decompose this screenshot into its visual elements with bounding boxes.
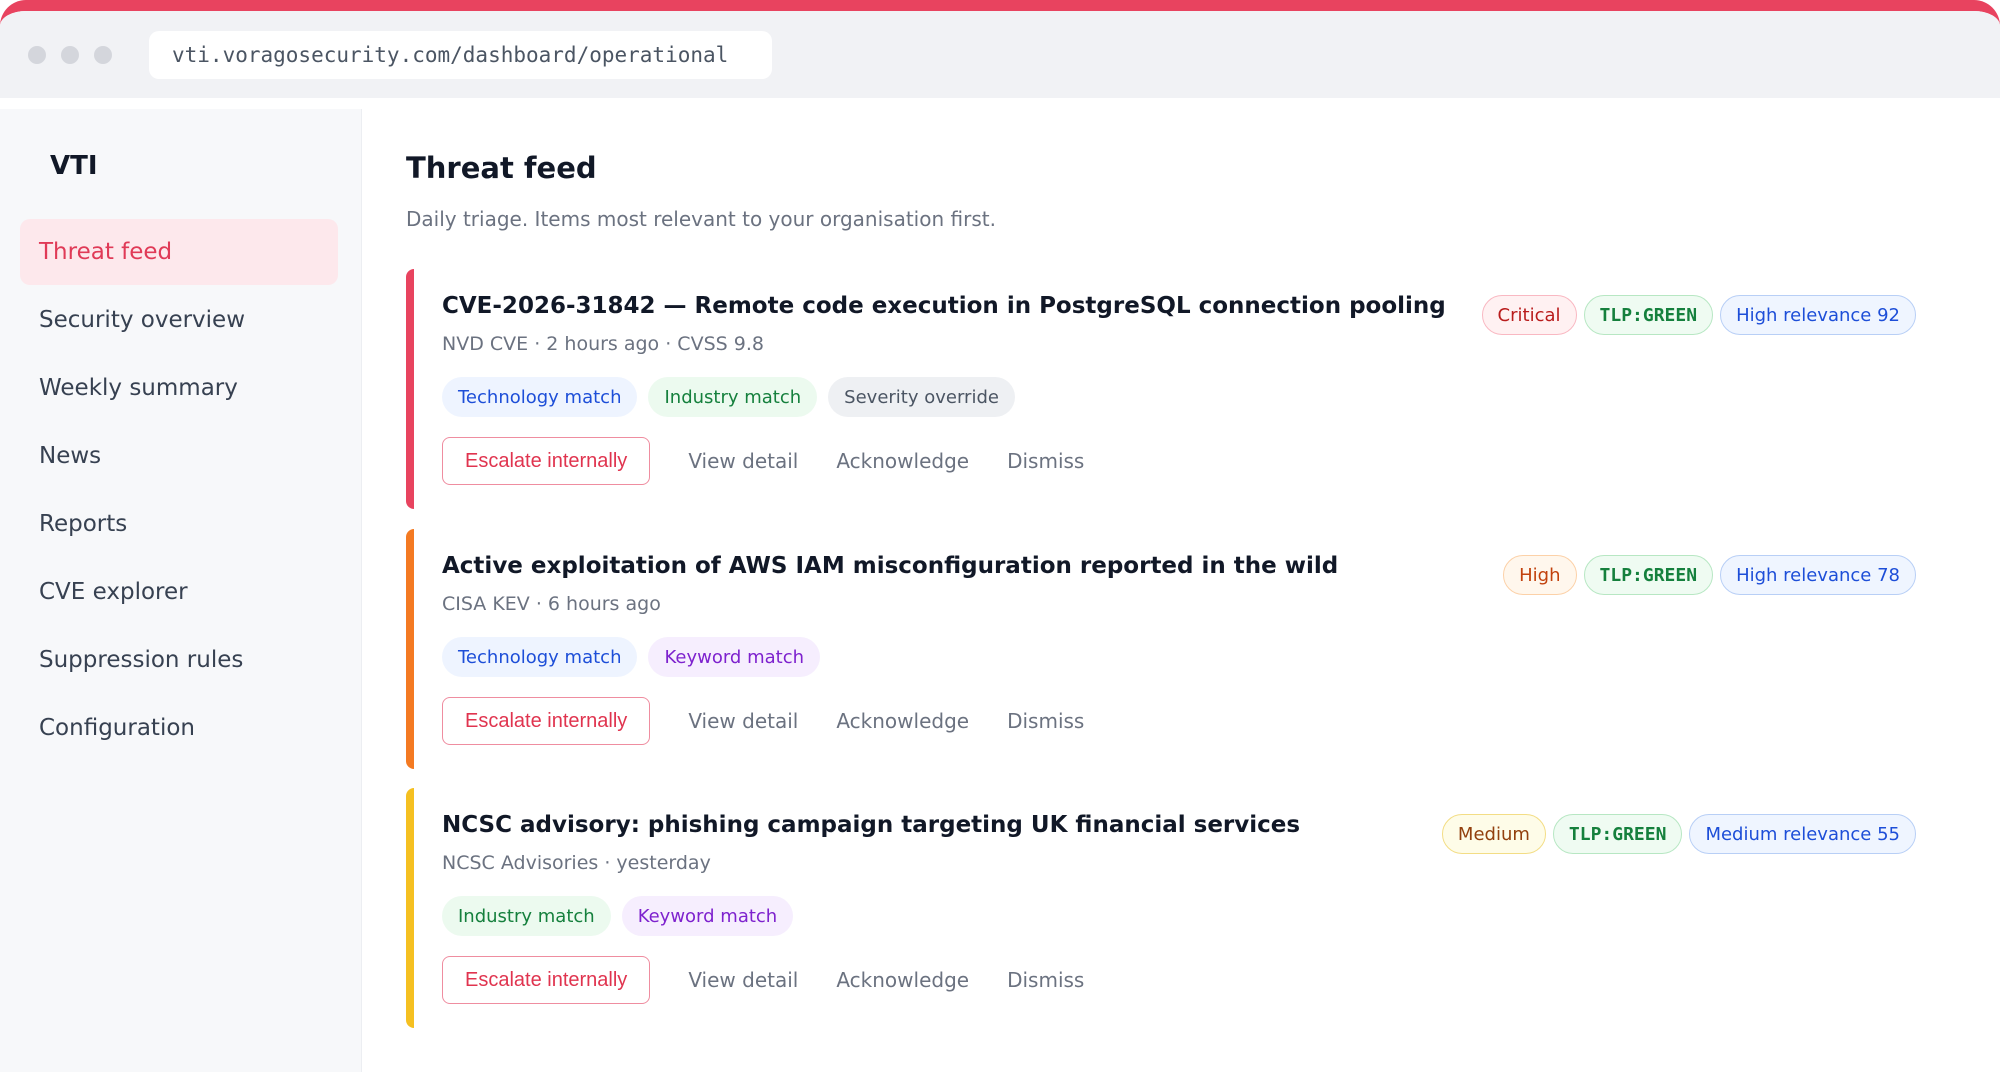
sidebar-nav: Threat feed Security overview Weekly sum…	[20, 219, 338, 763]
view-detail-button[interactable]: View detail	[688, 968, 798, 992]
tlp-badge: TLP:GREEN	[1552, 814, 1683, 854]
sidebar-item-reports[interactable]: Reports	[20, 491, 338, 557]
sidebar-item-cve-explorer[interactable]: CVE explorer	[20, 559, 338, 625]
acknowledge-button[interactable]: Acknowledge	[836, 709, 969, 733]
browser-chrome: vti.voragosecurity.com/dashboard/operati…	[0, 11, 2000, 98]
card-actions: Escalate internally View detail Acknowle…	[442, 697, 1084, 745]
page-title: Threat feed	[406, 151, 597, 185]
page-subtitle: Daily triage. Items most relevant to you…	[406, 207, 996, 231]
view-detail-button[interactable]: View detail	[688, 449, 798, 473]
browser-window: vti.voragosecurity.com/dashboard/operati…	[0, 0, 2000, 1072]
sidebar-item-news[interactable]: News	[20, 423, 338, 489]
dismiss-button[interactable]: Dismiss	[1007, 968, 1084, 992]
relevance-badge: Medium relevance 55	[1689, 814, 1916, 854]
threat-meta: CISA KEV · 6 hours ago	[442, 593, 661, 615]
threat-card: NCSC advisory: phishing campaign targeti…	[406, 788, 1926, 1028]
threat-title[interactable]: Active exploitation of AWS IAM misconfig…	[442, 553, 1338, 579]
dismiss-button[interactable]: Dismiss	[1007, 709, 1084, 733]
sidebar-item-suppression-rules[interactable]: Suppression rules	[20, 627, 338, 693]
address-bar[interactable]: vti.voragosecurity.com/dashboard/operati…	[149, 30, 772, 79]
window-maximize-dot[interactable]	[94, 45, 112, 64]
tag-technology-match: Technology match	[442, 377, 638, 417]
tag-technology-match: Technology match	[442, 637, 638, 677]
tlp-badge: TLP:GREEN	[1583, 555, 1714, 595]
tag-keyword-match: Keyword match	[648, 637, 821, 677]
dismiss-button[interactable]: Dismiss	[1007, 449, 1084, 473]
tlp-badge: TLP:GREEN	[1583, 295, 1714, 335]
severity-accent-bar	[406, 788, 414, 1028]
app-body: VTI Threat feed Security overview Weekly…	[0, 109, 2000, 1072]
severity-accent-bar	[406, 269, 414, 509]
tag-keyword-match: Keyword match	[621, 896, 794, 936]
relevance-badge: High relevance 78	[1720, 555, 1916, 595]
threat-badges: High TLP:GREEN High relevance 78	[1496, 555, 1916, 595]
window-minimize-dot[interactable]	[61, 45, 79, 64]
threat-meta: NCSC Advisories · yesterday	[442, 852, 711, 874]
escalate-internally-button[interactable]: Escalate internally	[442, 697, 651, 745]
tag-industry-match: Industry match	[442, 896, 611, 936]
acknowledge-button[interactable]: Acknowledge	[836, 968, 969, 992]
sidebar-item-threat-feed[interactable]: Threat feed	[20, 219, 338, 285]
threat-feed-content: Threat feed Daily triage. Items most rel…	[406, 109, 1926, 1072]
escalate-internally-button[interactable]: Escalate internally	[442, 956, 651, 1004]
card-actions: Escalate internally View detail Acknowle…	[442, 437, 1084, 485]
threat-card: CVE-2026-31842 — Remote code execution i…	[406, 269, 1926, 509]
sidebar-item-weekly-summary[interactable]: Weekly summary	[20, 355, 338, 421]
match-tags: Technology match Industry match Severity…	[442, 377, 1026, 417]
severity-badge: Medium	[1441, 814, 1546, 854]
acknowledge-button[interactable]: Acknowledge	[836, 449, 969, 473]
tag-industry-match: Industry match	[648, 377, 818, 417]
threat-badges: Critical TLP:GREEN High relevance 92	[1475, 295, 1916, 335]
threat-meta: NVD CVE · 2 hours ago · CVSS 9.8	[442, 333, 764, 355]
threat-title[interactable]: NCSC advisory: phishing campaign targeti…	[442, 812, 1300, 838]
threat-badges: Medium TLP:GREEN Medium relevance 55	[1435, 814, 1916, 854]
severity-badge: High	[1503, 555, 1577, 595]
relevance-badge: High relevance 92	[1720, 295, 1916, 335]
sidebar-item-configuration[interactable]: Configuration	[20, 695, 338, 761]
threat-card: Active exploitation of AWS IAM misconfig…	[406, 529, 1926, 769]
tag-severity-override: Severity override	[828, 377, 1015, 417]
escalate-internally-button[interactable]: Escalate internally	[442, 437, 651, 485]
severity-badge: Critical	[1481, 295, 1577, 335]
window-close-dot[interactable]	[28, 45, 46, 64]
brand-logo: VTI	[50, 151, 98, 181]
sidebar: VTI Threat feed Security overview Weekly…	[0, 109, 362, 1072]
view-detail-button[interactable]: View detail	[688, 709, 798, 733]
severity-accent-bar	[406, 529, 414, 769]
match-tags: Technology match Keyword match	[442, 637, 831, 677]
sidebar-item-security-overview[interactable]: Security overview	[20, 287, 338, 353]
threat-title[interactable]: CVE-2026-31842 — Remote code execution i…	[442, 293, 1446, 319]
card-actions: Escalate internally View detail Acknowle…	[442, 956, 1084, 1004]
match-tags: Industry match Keyword match	[442, 896, 804, 936]
